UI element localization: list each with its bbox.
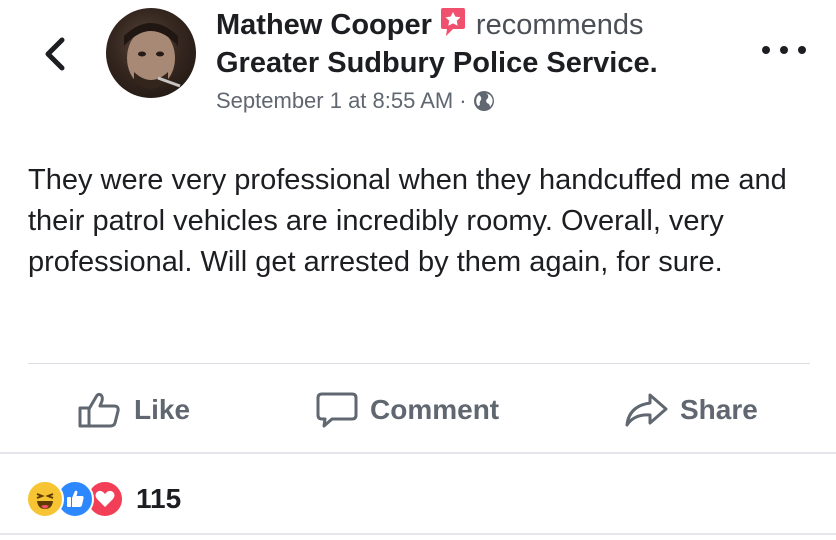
comment-label: Comment [370, 394, 500, 425]
like-button[interactable]: Like [78, 380, 190, 440]
share-arrow-icon [625, 393, 668, 427]
more-dot-icon [780, 46, 788, 54]
profile-photo [106, 8, 196, 98]
share-button[interactable]: Share [624, 380, 758, 440]
header-line: Mathew Cooper recommends [216, 6, 756, 44]
avatar[interactable] [106, 8, 196, 98]
back-button[interactable] [34, 34, 74, 74]
timestamp[interactable]: September 1 at 8:55 AM [216, 86, 453, 116]
comment-button[interactable]: Comment [316, 380, 499, 440]
globe-icon [473, 91, 494, 111]
recommends-label: recommends [475, 9, 644, 41]
comment-bubble-icon [316, 392, 358, 428]
thumbs-up-icon [78, 392, 120, 428]
haha-reaction-icon [26, 480, 64, 518]
action-bar: Like Comment Share [0, 380, 836, 440]
more-dot-icon [798, 46, 806, 54]
divider [0, 533, 836, 535]
share-label: Share [680, 394, 758, 425]
meta-separator: · [459, 88, 467, 113]
post-header: Mathew Cooper recommends Greater Sudbury… [216, 6, 756, 116]
more-dot-icon [762, 46, 770, 54]
recommend-star-icon [438, 7, 468, 37]
like-label: Like [134, 394, 191, 425]
post-body-text: They were very professional when they ha… [28, 164, 787, 278]
page-name-link[interactable]: Greater Sudbury Police Service. [216, 44, 756, 82]
reaction-count: 115 [136, 483, 182, 514]
post-meta: September 1 at 8:55 AM · [216, 86, 756, 116]
reactions-summary[interactable]: 115 [26, 480, 181, 518]
divider [28, 363, 810, 364]
more-options-button[interactable] [762, 40, 806, 60]
author-name[interactable]: Mathew Cooper [216, 6, 432, 44]
chevron-left-icon [45, 37, 65, 71]
divider [0, 452, 836, 454]
